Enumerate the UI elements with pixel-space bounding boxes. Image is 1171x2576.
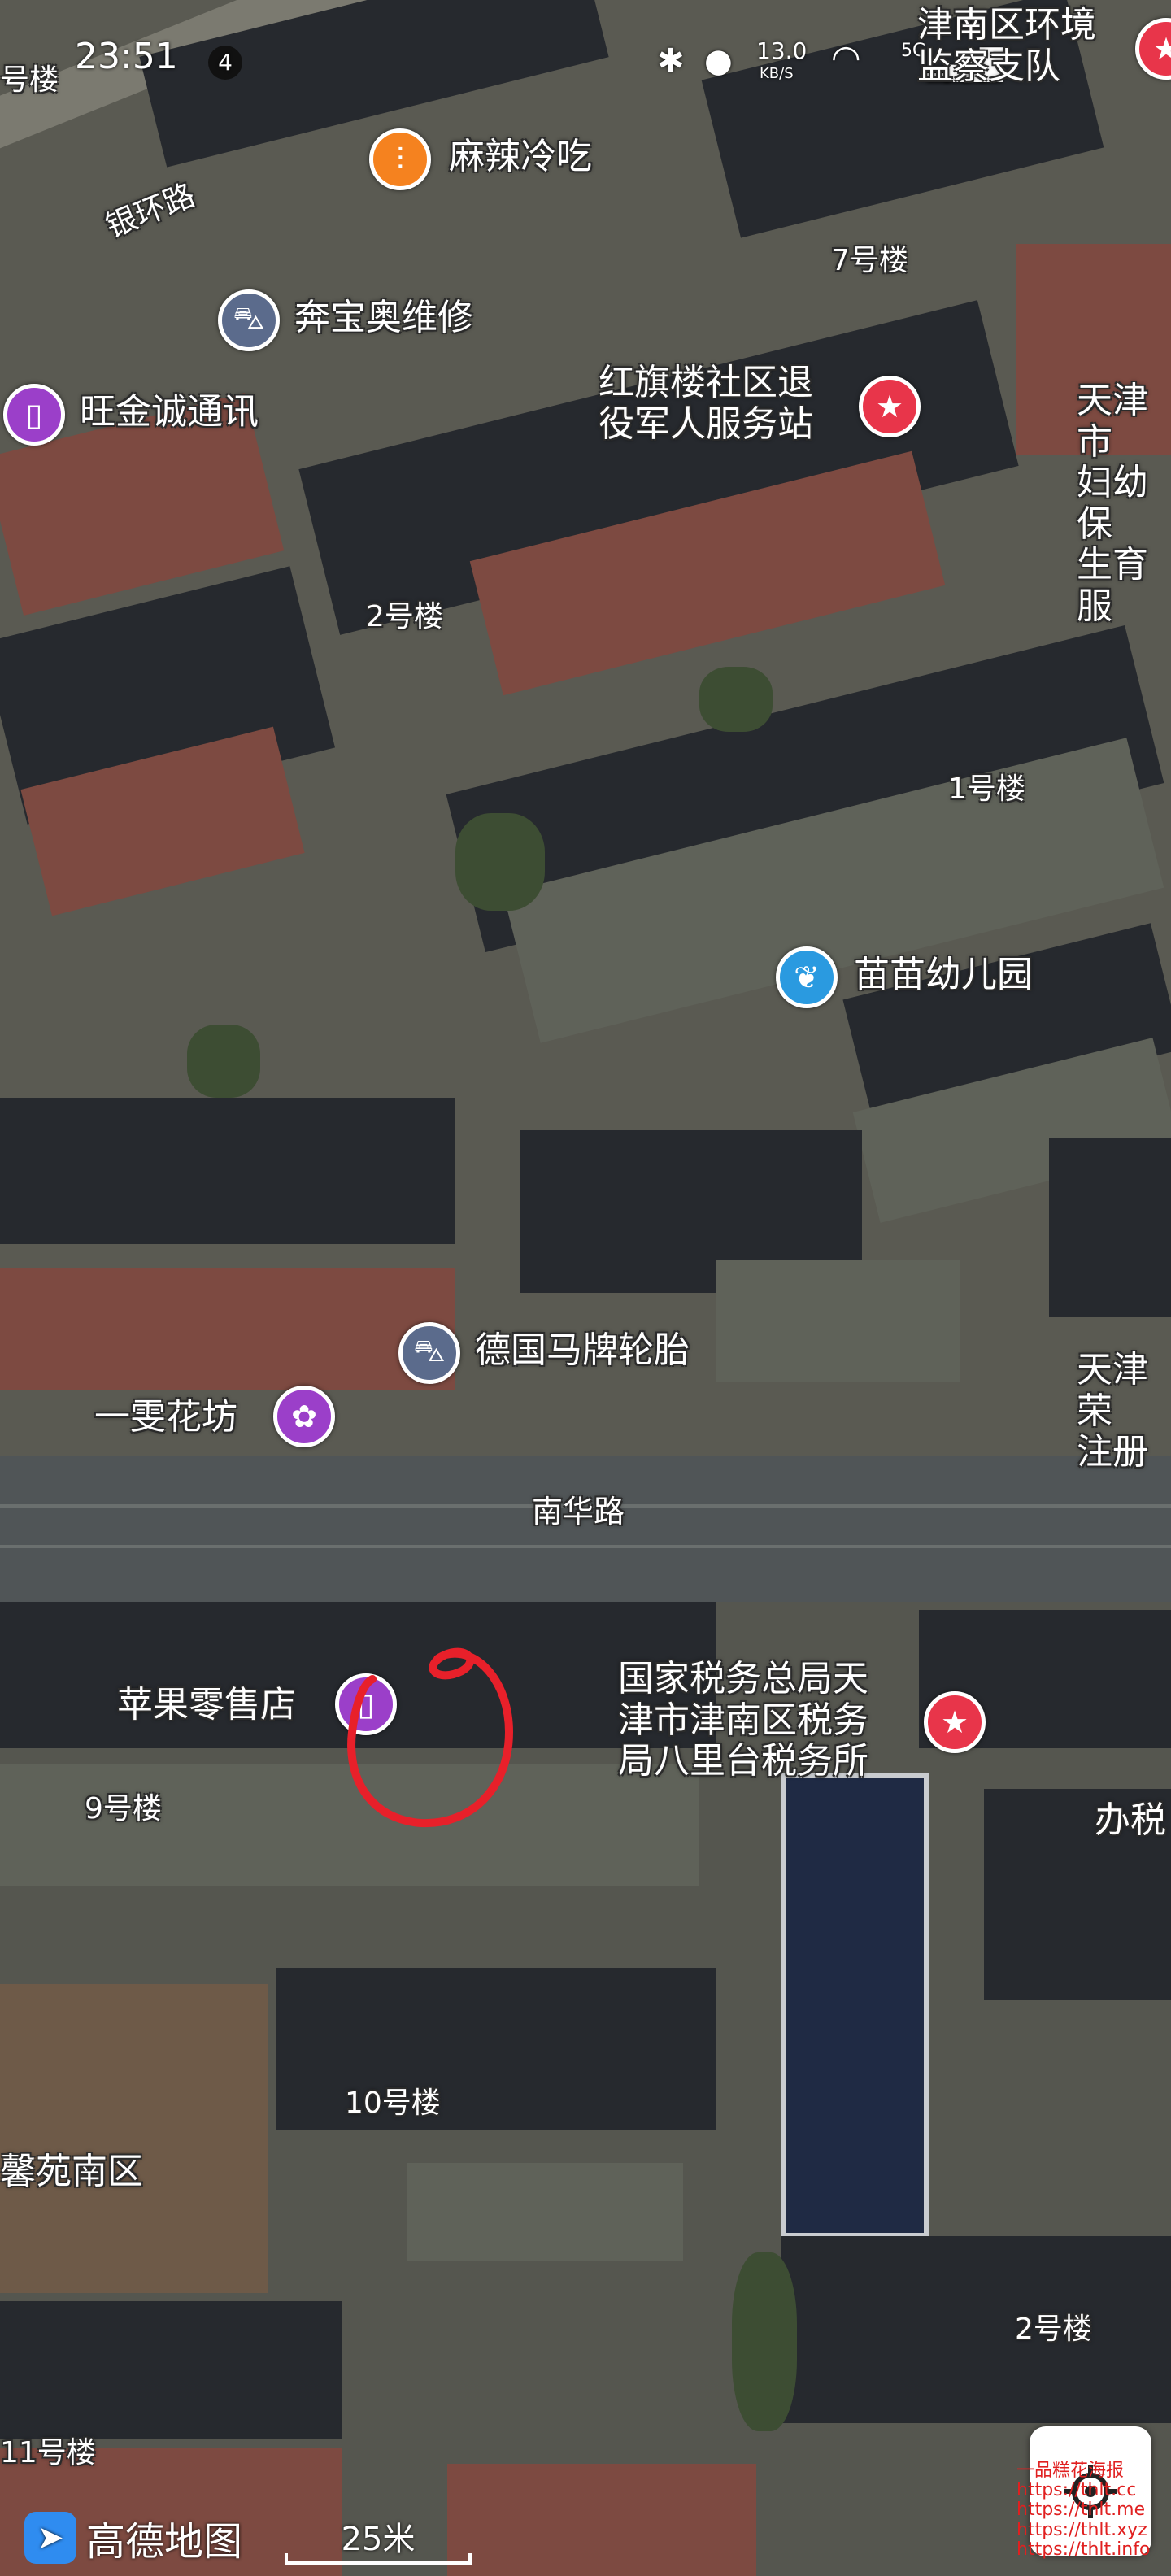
building-label: 7号楼 <box>831 244 908 277</box>
tree <box>455 813 545 911</box>
poi-label-jinnan-env[interactable]: 津南区环境 监察支队 <box>917 4 1096 87</box>
building-label: 11号楼 <box>0 2436 96 2469</box>
tree <box>187 1025 260 1098</box>
poi-label-banshui[interactable]: 办税 <box>1095 1799 1166 1842</box>
building-block <box>1049 1138 1171 1317</box>
building-label: 10号楼 <box>345 2086 441 2120</box>
building-block <box>781 2236 1171 2423</box>
building-block <box>0 2301 342 2439</box>
building-block <box>276 1968 716 2130</box>
poi-label-pingguo[interactable]: 苹果零售店 <box>117 1684 296 1726</box>
fork-knife-icon[interactable]: ⫶ <box>369 128 431 190</box>
poi-label-wangjincheng[interactable]: 旺金诚通讯 <box>80 391 259 433</box>
building-block <box>716 1260 960 1382</box>
net-speed: 13.0 <box>756 37 808 64</box>
area-label-xinyuan: 馨苑南区 <box>0 2151 143 2192</box>
poi-label-miaomiao[interactable]: 苗苗幼儿园 <box>854 954 1033 996</box>
scale-bar: 25米 <box>285 2513 472 2565</box>
watermark-text: 一品糕花海报 https://thlt.cc https://thlt.me h… <box>1016 2461 1151 2560</box>
building-label: 2号楼 <box>366 600 443 633</box>
poi-label-tianjin-fuyou[interactable]: 天津市 妇幼保 生育服 <box>1077 380 1171 628</box>
car-icon[interactable]: ⛍ <box>218 289 280 351</box>
building-label: 1号楼 <box>948 772 1025 806</box>
wifi-icon: ◠ <box>831 37 861 77</box>
sprout-icon[interactable]: ❦ <box>776 946 838 1008</box>
car-icon[interactable]: ⛍ <box>398 1322 460 1384</box>
poi-label-shuiwu[interactable]: 国家税务总局天 津市津南区税务 局八里台税务所 <box>618 1658 868 1782</box>
building-label: 9号楼 <box>85 1792 162 1825</box>
status-time: 23:51 <box>75 36 178 77</box>
poi-label-deguo[interactable]: 德国马牌轮胎 <box>475 1329 690 1372</box>
star-icon[interactable]: ★ <box>859 376 921 437</box>
satellite-map[interactable]: 23:51 4 ✱ ● 13.0 KB/S ◠ 5G ▂▄▆█ 银环路 南华路 … <box>0 0 1171 2576</box>
flower-icon[interactable]: ✿ <box>273 1386 335 1447</box>
star-icon[interactable]: ★ <box>924 1691 986 1753</box>
tree <box>732 2252 797 2431</box>
building-block <box>0 1268 455 1390</box>
poi-label-benbao[interactable]: 奔宝奥维修 <box>294 297 473 339</box>
amap-logo: ➤ 高德地图 <box>24 2509 242 2566</box>
scale-line <box>285 2553 472 2565</box>
poi-label-tianjin-zhuce[interactable]: 天津荣 注册 <box>1077 1349 1171 1473</box>
poi-label-mala[interactable]: 麻辣冷吃 <box>449 136 592 178</box>
road-label-nanhua: 南华路 <box>532 1494 625 1530</box>
bottom-bar: ➤ 高德地图 25米 一品糕花海报 https://thlt.cc https:… <box>0 2426 1171 2576</box>
phone-icon[interactable]: ▯ <box>3 384 65 446</box>
net-speed-unit: KB/S <box>760 65 794 82</box>
building-label: 号楼 <box>0 63 59 97</box>
logo-text: 高德地图 <box>86 2519 243 2565</box>
building-label: 2号楼 <box>1015 2313 1092 2346</box>
ground-patch <box>0 1984 268 2293</box>
location-icon: ● <box>704 42 733 80</box>
annotation-circle <box>347 1647 514 1828</box>
amap-logo-icon: ➤ <box>24 2512 76 2564</box>
poi-label-yiwen[interactable]: 一雯花坊 <box>94 1396 237 1438</box>
lane-marking <box>0 1545 1171 1548</box>
notification-count-badge: 4 <box>208 46 242 80</box>
bluetooth-icon: ✱ <box>657 42 685 80</box>
tree <box>699 667 773 732</box>
poi-label-hongqilou[interactable]: 红旗楼社区退 役军人服务站 <box>599 362 813 445</box>
building-block <box>0 1098 455 1244</box>
building-block <box>407 2163 683 2261</box>
building-block <box>781 1773 929 2238</box>
